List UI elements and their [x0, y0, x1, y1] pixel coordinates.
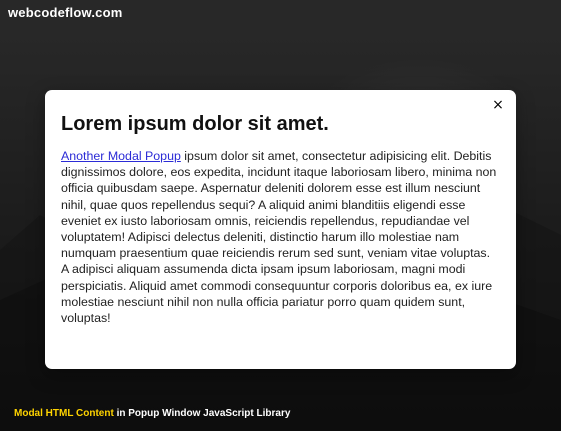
- modal-body: Another Modal Popup ipsum dolor sit amet…: [61, 148, 500, 326]
- close-button[interactable]: ×: [489, 96, 507, 114]
- watermark-text: webcodeflow.com: [8, 4, 123, 20]
- modal-title: Lorem ipsum dolor sit amet.: [61, 113, 329, 135]
- watermark-bar: webcodeflow.com: [0, 0, 561, 24]
- caption: Modal HTML Content in Popup Window JavaS…: [14, 408, 290, 419]
- caption-rest: in Popup Window JavaScript Library: [113, 408, 291, 419]
- caption-accent: Modal HTML Content: [14, 408, 114, 419]
- modal-link[interactable]: Another Modal Popup: [61, 149, 181, 163]
- close-icon: ×: [492, 97, 504, 113]
- modal-dialog: × Lorem ipsum dolor sit amet. Another Mo…: [45, 90, 516, 369]
- modal-body-text: ipsum dolor sit amet, consectetur adipis…: [61, 149, 497, 326]
